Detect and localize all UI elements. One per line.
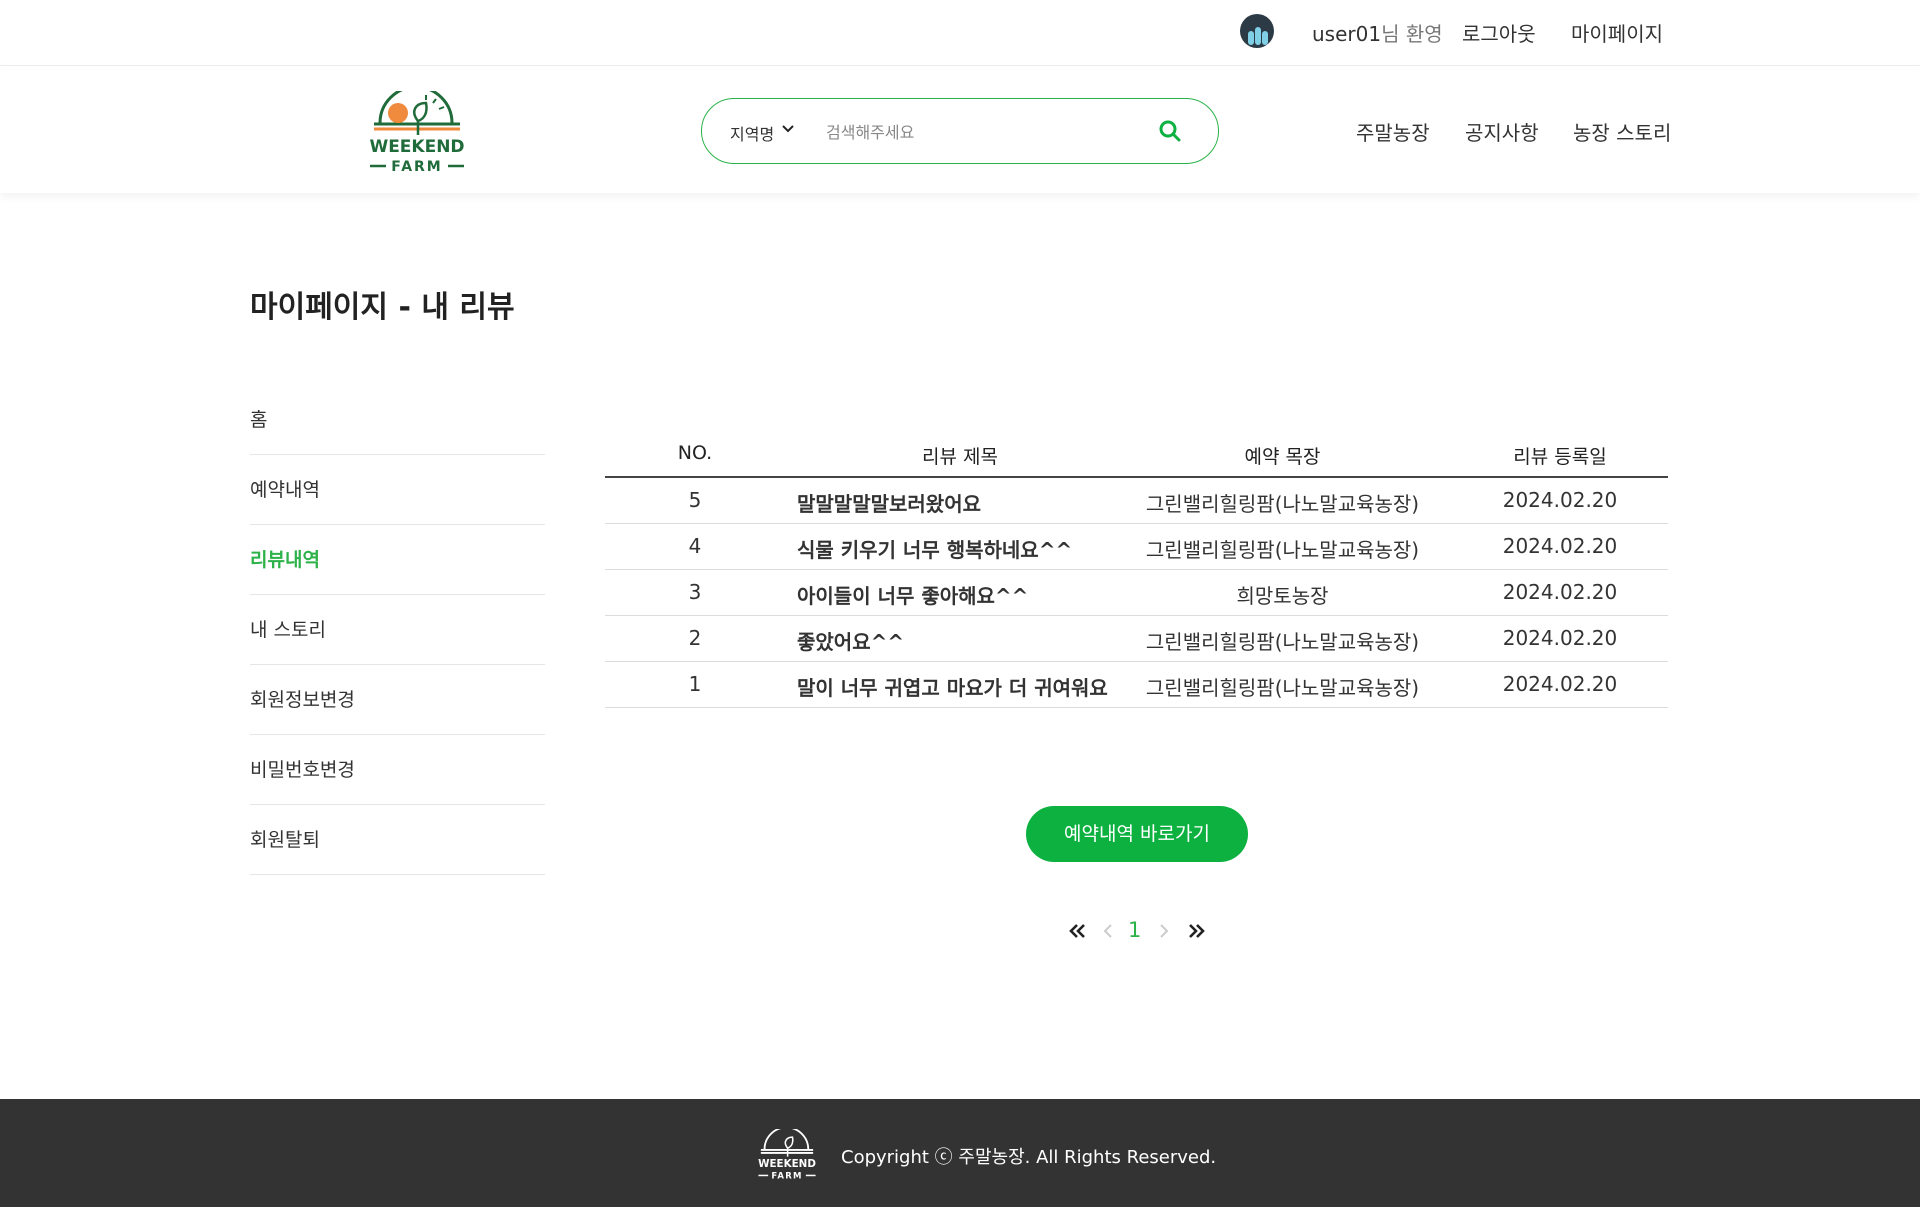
header-date: 리뷰 등록일: [1513, 446, 1607, 468]
table-row[interactable]: 5 말말말말말보러왔어요 그린밸리힐링팜(나노말교육농장) 2024.02.20: [605, 478, 1668, 524]
row-farm: 그린밸리힐링팜(나노말교육농장): [1145, 630, 1420, 654]
side-menu-change-password[interactable]: 비밀번호변경: [250, 735, 545, 805]
search-input[interactable]: [826, 117, 1126, 147]
side-menu-home[interactable]: 홈: [250, 385, 545, 455]
footer-logo-text-bottom: FARM: [771, 1171, 802, 1181]
side-menu: 홈 예약내역 리뷰내역 내 스토리 회원정보변경 비밀번호변경 회원탈퇴: [250, 385, 545, 875]
top-utility-bar: user01님 환영 로그아웃 마이페이지: [0, 0, 1920, 66]
nav-farm-story[interactable]: 농장 스토리: [1573, 117, 1671, 146]
side-menu-reviews[interactable]: 리뷰내역: [250, 525, 545, 595]
page-number-current[interactable]: 1: [1128, 918, 1141, 942]
row-title[interactable]: 말말말말말보러왔어요: [797, 488, 1132, 517]
footer: WEEKEND FARM Copyright ⓒ 주말농장. All Right…: [0, 1099, 1920, 1207]
username: user01: [1312, 22, 1382, 46]
footer-logo-text-top: WEEKEND: [758, 1158, 816, 1170]
first-page-icon[interactable]: [1067, 918, 1087, 944]
next-page-icon[interactable]: [1157, 918, 1171, 944]
row-title[interactable]: 좋았어요^^: [797, 626, 1132, 655]
table-row[interactable]: 1 말이 너무 귀엽고 마요가 더 귀여워요 그린밸리힐링팜(나노말교육농장) …: [605, 662, 1668, 708]
row-farm: 그린밸리힐링팜(나노말교육농장): [1145, 492, 1420, 516]
row-date: 2024.02.20: [1502, 488, 1618, 512]
side-menu-my-story[interactable]: 내 스토리: [250, 595, 545, 665]
search-icon[interactable]: [1157, 118, 1183, 144]
copyright-text: Copyright ⓒ 주말농장. All Rights Reserved.: [841, 1147, 1217, 1168]
row-date: 2024.02.20: [1502, 534, 1618, 558]
logo-text-top: WEEKEND: [369, 137, 464, 157]
side-menu-edit-profile[interactable]: 회원정보변경: [250, 665, 545, 735]
table-row[interactable]: 4 식물 키우기 너무 행복하네요^^ 그린밸리힐링팜(나노말교육농장) 202…: [605, 524, 1668, 570]
row-farm: 희망토농장: [1236, 584, 1329, 608]
nav-weekend-farm[interactable]: 주말농장: [1356, 117, 1430, 146]
header-no: NO.: [677, 442, 713, 464]
table-row[interactable]: 2 좋았어요^^ 그린밸리힐링팜(나노말교육농장) 2024.02.20: [605, 616, 1668, 662]
row-title[interactable]: 아이들이 너무 좋아해요^^: [797, 580, 1132, 609]
weekend-farm-logo[interactable]: WEEKEND FARM: [366, 91, 468, 177]
avatar[interactable]: [1240, 14, 1274, 48]
side-menu-withdraw[interactable]: 회원탈퇴: [250, 805, 545, 875]
side-menu-reservations[interactable]: 예약내역: [250, 455, 545, 525]
header-title: 리뷰 제목: [922, 446, 998, 468]
row-no: 2: [688, 626, 702, 650]
search-bar: 지역명: [701, 98, 1219, 164]
logo-text-bottom: FARM: [391, 159, 443, 175]
row-farm: 그린밸리힐링팜(나노말교육농장): [1145, 676, 1420, 700]
go-reservations-button[interactable]: 예약내역 바로가기: [1026, 806, 1248, 862]
row-no: 4: [688, 534, 702, 558]
chevron-down-icon[interactable]: [780, 120, 796, 136]
table-row[interactable]: 3 아이들이 너무 좋아해요^^ 희망토농장 2024.02.20: [605, 570, 1668, 616]
row-date: 2024.02.20: [1502, 626, 1618, 650]
region-select[interactable]: 지역명: [730, 121, 774, 145]
page-title: 마이페이지 - 내 리뷰: [250, 290, 515, 325]
last-page-icon[interactable]: [1187, 918, 1207, 944]
table-header: NO. 리뷰 제목 예약 목장 리뷰 등록일: [605, 436, 1668, 478]
row-no: 5: [688, 488, 702, 512]
row-farm: 그린밸리힐링팜(나노말교육농장): [1145, 538, 1420, 562]
footer-logo: WEEKEND FARM: [758, 1129, 816, 1181]
row-no: 3: [688, 580, 702, 604]
nav-notice[interactable]: 공지사항: [1465, 117, 1539, 146]
logout-link[interactable]: 로그아웃: [1462, 18, 1536, 47]
mypage-link[interactable]: 마이페이지: [1571, 18, 1663, 47]
row-date: 2024.02.20: [1502, 672, 1618, 696]
prev-page-icon[interactable]: [1101, 918, 1115, 944]
row-title[interactable]: 식물 키우기 너무 행복하네요^^: [797, 534, 1132, 563]
welcome-suffix: 님 환영: [1381, 22, 1443, 46]
welcome-message: user01님 환영: [1312, 18, 1443, 47]
row-title[interactable]: 말이 너무 귀엽고 마요가 더 귀여워요: [797, 672, 1132, 701]
row-no: 1: [688, 672, 702, 696]
review-table: NO. 리뷰 제목 예약 목장 리뷰 등록일 5 말말말말말보러왔어요 그린밸리…: [605, 436, 1668, 708]
main-header: WEEKEND FARM 지역명 주말농장 공지사항 농장 스토리: [0, 67, 1920, 193]
header-farm: 예약 목장: [1244, 446, 1321, 468]
row-date: 2024.02.20: [1502, 580, 1618, 604]
